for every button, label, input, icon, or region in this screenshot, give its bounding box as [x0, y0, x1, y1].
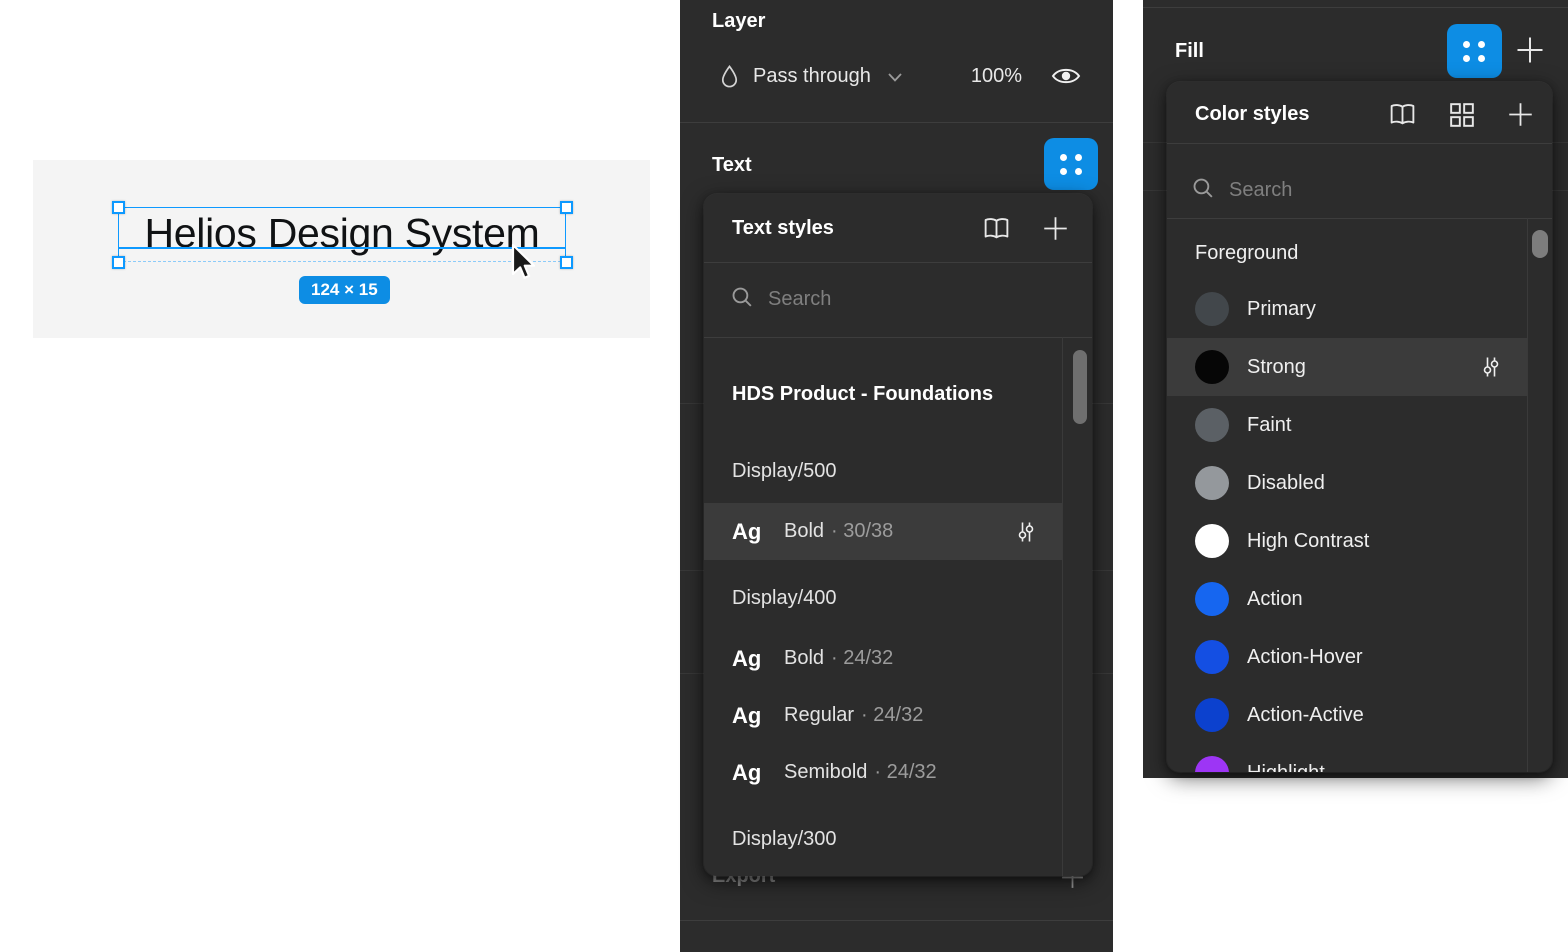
properties-panel: Layer Pass through 100% Text — [680, 0, 1113, 952]
color-styles-search-input[interactable] — [1227, 169, 1511, 211]
color-style-item[interactable]: Action-Hover — [1167, 628, 1552, 686]
text-styles-toggle-button[interactable] — [1044, 138, 1098, 190]
color-styles-popup-title: Color styles — [1195, 101, 1309, 127]
figma-app: Helios Design System 124 × 15 Layer Pass… — [0, 0, 1568, 952]
color-style-item[interactable]: Disabled — [1167, 454, 1552, 512]
text-style-group-label: Display/300 — [704, 815, 1092, 863]
style-weight: Bold — [784, 520, 824, 543]
color-style-label: Action — [1247, 588, 1303, 611]
color-style-item[interactable]: Highlight — [1167, 744, 1552, 772]
text-style-item[interactable]: AgRegular · 24/32 — [704, 687, 1092, 744]
selection-handle-bottom-right[interactable] — [560, 256, 573, 269]
style-weight: Bold — [784, 647, 824, 670]
divider — [680, 122, 1113, 123]
color-swatch — [1195, 408, 1229, 442]
layer-section-title: Layer — [712, 8, 765, 34]
color-swatch — [1195, 698, 1229, 732]
style-size: · 30/38 — [831, 520, 893, 543]
color-style-label: Primary — [1247, 298, 1316, 321]
eye-icon[interactable] — [1050, 64, 1082, 88]
text-styles-popup-title: Text styles — [732, 215, 834, 241]
color-style-item[interactable]: Action — [1167, 570, 1552, 628]
color-swatch — [1195, 466, 1229, 500]
text-style-item[interactable]: AgSemibold · 24/32 — [704, 744, 1092, 801]
color-group-heading: Foreground — [1167, 226, 1552, 280]
color-swatch — [1195, 756, 1229, 772]
text-style-group-label: Display/500 — [704, 447, 1092, 495]
style-sample: Ag — [732, 646, 784, 672]
size-badge: 124 × 15 — [299, 276, 390, 304]
grid-view-icon[interactable] — [1449, 102, 1475, 128]
blend-mode-icon — [718, 64, 741, 89]
search-icon — [731, 286, 754, 309]
color-style-item[interactable]: Action-Active — [1167, 686, 1552, 744]
text-style-library-heading: HDS Product - Foundations — [704, 365, 1092, 423]
color-style-label: Disabled — [1247, 472, 1325, 495]
style-size: · 24/32 — [874, 761, 936, 784]
color-swatch — [1195, 582, 1229, 616]
selection-handle-bottom-left[interactable] — [112, 256, 125, 269]
style-size: · 24/32 — [831, 647, 893, 670]
library-book-icon[interactable] — [982, 216, 1011, 241]
library-book-icon[interactable] — [1388, 102, 1417, 127]
color-style-label: Highlight — [1247, 762, 1325, 773]
color-style-label: Action-Hover — [1247, 646, 1363, 669]
color-swatch — [1195, 640, 1229, 674]
color-styles-list: Foreground Primary Strong Faint Disabled High… — [1167, 218, 1552, 772]
color-style-label: High Contrast — [1247, 530, 1369, 553]
style-weight: Regular — [784, 704, 854, 727]
color-style-item[interactable]: Faint — [1167, 396, 1552, 454]
opacity-value[interactable]: 100% — [950, 63, 1022, 89]
color-style-item[interactable]: High Contrast — [1167, 512, 1552, 570]
add-style-icon[interactable] — [1042, 215, 1069, 242]
text-styles-list: HDS Product - FoundationsDisplay/500AgBo… — [704, 337, 1092, 876]
search-icon — [1192, 177, 1215, 200]
color-styles-toggle-button[interactable] — [1447, 24, 1502, 78]
text-style-item[interactable]: AgBold · 24/32 — [704, 630, 1092, 687]
color-style-item[interactable]: Strong — [1167, 338, 1527, 396]
scrollbar-thumb[interactable] — [1532, 230, 1548, 258]
divider — [680, 920, 1113, 921]
color-swatch — [1195, 524, 1229, 558]
text-style-group-label: Display/400 — [704, 574, 1092, 622]
selection-handle-top-right[interactable] — [560, 201, 573, 214]
color-swatch — [1195, 350, 1229, 384]
color-style-label: Action-Active — [1247, 704, 1364, 727]
blend-mode-select[interactable]: Pass through — [753, 63, 871, 89]
selection-box — [118, 207, 566, 262]
style-sample: Ag — [732, 760, 784, 786]
text-styles-search-input[interactable] — [766, 278, 1050, 320]
mouse-cursor — [511, 243, 538, 285]
divider — [1143, 7, 1568, 8]
style-weight: Semibold — [784, 761, 867, 784]
scrollbar-thumb[interactable] — [1073, 350, 1087, 424]
text-section-title: Text — [712, 152, 752, 178]
color-swatch — [1195, 292, 1229, 326]
chevron-down-icon[interactable] — [888, 73, 902, 82]
selection-handle-top-left[interactable] — [112, 201, 125, 214]
style-sample: Ag — [732, 703, 784, 729]
add-fill-icon[interactable] — [1515, 35, 1545, 65]
fill-section-title: Fill — [1175, 38, 1204, 64]
style-sample: Ag — [732, 519, 784, 545]
adjust-style-icon[interactable] — [1014, 520, 1038, 544]
divider — [1167, 143, 1552, 144]
adjust-style-icon[interactable] — [1479, 355, 1503, 379]
divider — [704, 262, 1092, 263]
text-styles-popup: Text styles — [704, 194, 1092, 876]
add-style-icon[interactable] — [1507, 101, 1534, 128]
color-style-label: Faint — [1247, 414, 1291, 437]
color-style-label: Strong — [1247, 356, 1306, 379]
style-size: · 24/32 — [861, 704, 923, 727]
fill-panel: Fill Color styles — [1143, 0, 1568, 778]
text-style-item[interactable]: AgBold · 30/38 — [704, 503, 1062, 560]
color-styles-popup: Color styles — [1167, 82, 1552, 772]
color-style-item[interactable]: Primary — [1167, 280, 1552, 338]
